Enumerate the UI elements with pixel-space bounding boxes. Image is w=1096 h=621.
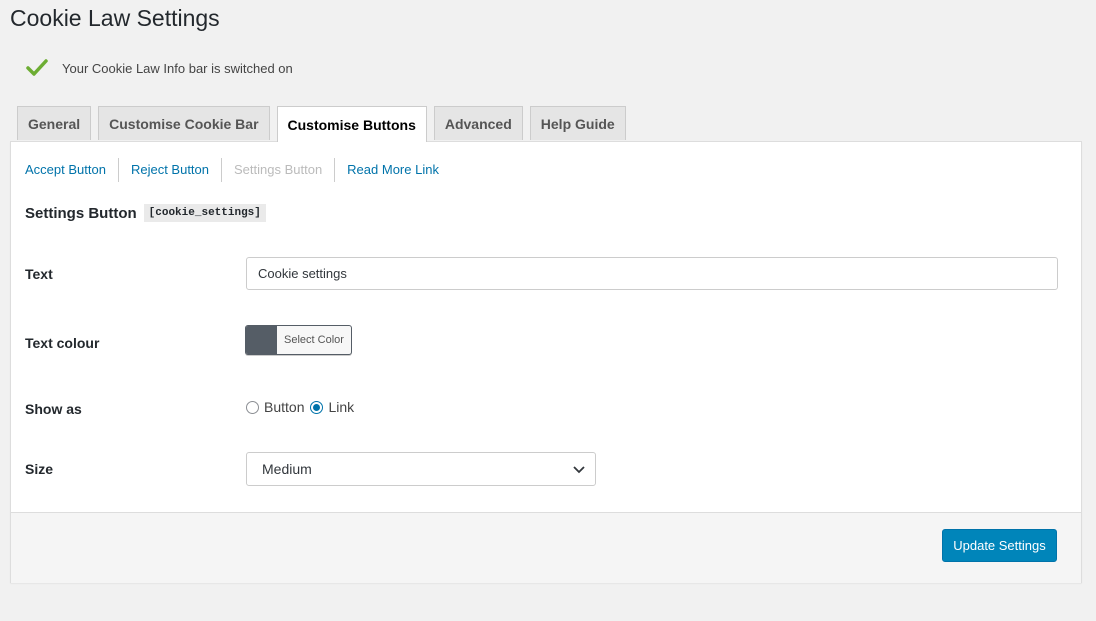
page-title: Cookie Law Settings bbox=[10, 5, 220, 31]
settings-tabs: General Customise Cookie Bar Customise B… bbox=[17, 106, 633, 142]
update-settings-button[interactable]: Update Settings bbox=[942, 529, 1057, 562]
radio-link-label[interactable]: Link bbox=[328, 399, 354, 415]
subnav-reject-button[interactable]: Reject Button bbox=[117, 158, 221, 182]
check-icon bbox=[26, 59, 48, 76]
select-color-label: Select Color bbox=[284, 334, 344, 346]
text-colour-label: Text colour bbox=[25, 335, 100, 351]
subnav-accept-button[interactable]: Accept Button bbox=[25, 158, 118, 182]
button-subnav: Accept Button Reject Button Settings But… bbox=[25, 158, 451, 182]
radio-link-option[interactable] bbox=[310, 400, 324, 414]
show-as-radio-group: Button Link bbox=[246, 399, 360, 415]
tab-help-guide[interactable]: Help Guide bbox=[529, 106, 626, 140]
size-selected-value: Medium bbox=[262, 461, 312, 477]
section-heading: Settings Button [cookie_settings] bbox=[25, 204, 266, 222]
status-message: Your Cookie Law Info bar is switched on bbox=[62, 60, 293, 76]
tab-advanced[interactable]: Advanced bbox=[433, 106, 523, 140]
subnav-settings-button: Settings Button bbox=[221, 158, 334, 182]
text-input[interactable] bbox=[246, 257, 1058, 290]
show-as-label: Show as bbox=[25, 401, 82, 417]
tab-general[interactable]: General bbox=[17, 106, 92, 140]
status-notice: Your Cookie Law Info bar is switched on bbox=[26, 56, 293, 80]
size-label: Size bbox=[25, 461, 54, 477]
tab-customise-cookie-bar[interactable]: Customise Cookie Bar bbox=[98, 106, 270, 140]
chevron-down-icon bbox=[573, 466, 585, 474]
section-title: Settings Button bbox=[25, 204, 137, 222]
radio-button-label[interactable]: Button bbox=[264, 399, 304, 415]
tab-customise-buttons[interactable]: Customise Buttons bbox=[276, 106, 427, 142]
size-select[interactable]: Medium bbox=[246, 452, 596, 486]
color-swatch bbox=[246, 326, 277, 354]
panel-footer: Update Settings bbox=[11, 512, 1081, 583]
subnav-read-more-link[interactable]: Read More Link bbox=[334, 158, 451, 182]
shortcode: [cookie_settings] bbox=[143, 204, 266, 222]
settings-panel: Accept Button Reject Button Settings But… bbox=[10, 141, 1082, 583]
color-picker-button[interactable]: Select Color bbox=[245, 325, 352, 355]
radio-button-option[interactable] bbox=[246, 400, 259, 414]
text-label: Text bbox=[25, 266, 53, 282]
